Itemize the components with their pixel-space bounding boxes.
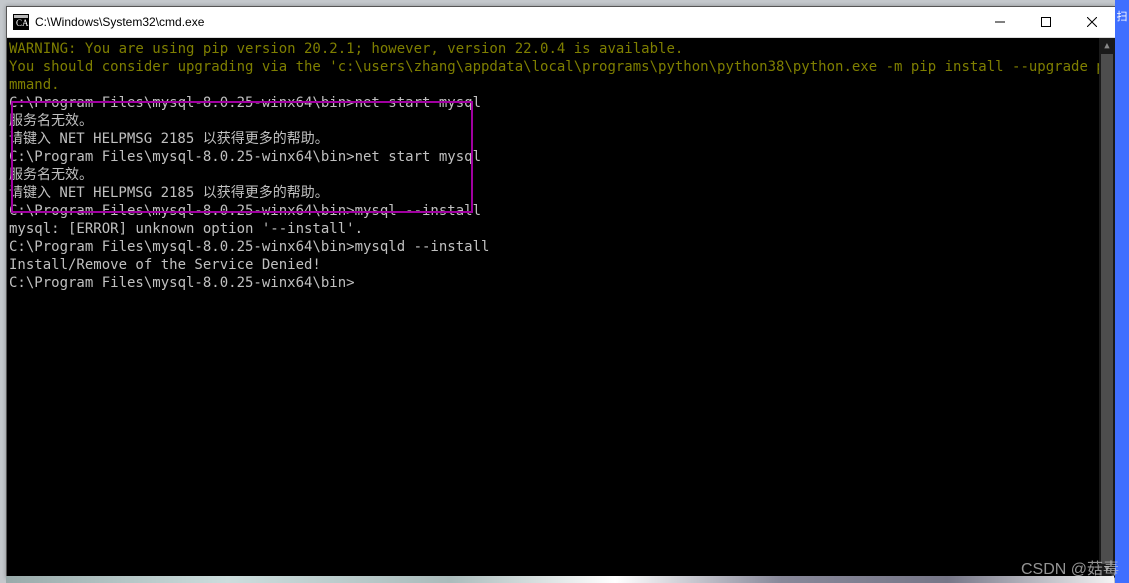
console-area[interactable]: WARNING: You are using pip version 20.2.… [7, 38, 1115, 577]
close-button[interactable] [1069, 7, 1115, 37]
console-line: 请键入 NET HELPMSG 2185 以获得更多的帮助。 [7, 184, 1115, 202]
cmd-window: CA C:\Windows\System32\cmd.exe WARNING: … [6, 6, 1116, 578]
vertical-scrollbar[interactable]: ▲ ▼ [1099, 38, 1115, 577]
maximize-button[interactable] [1023, 7, 1069, 37]
console-line: mysql: [ERROR] unknown option '--install… [7, 220, 1115, 238]
console-line: C:\Program Files\mysql-8.0.25-winx64\bin… [7, 202, 1115, 220]
window-controls [977, 7, 1115, 37]
taskbar-fragment [6, 576, 1114, 583]
window-title: C:\Windows\System32\cmd.exe [35, 7, 977, 37]
cmd-icon: CA [13, 14, 29, 30]
console-line: C:\Program Files\mysql-8.0.25-winx64\bin… [7, 148, 1115, 166]
console-line: WARNING: You are using pip version 20.2.… [7, 40, 1115, 58]
console-line: C:\Program Files\mysql-8.0.25-winx64\bin… [7, 238, 1115, 256]
console-line: 服务名无效。 [7, 112, 1115, 130]
browser-side-tab[interactable]: 扫 [1115, 0, 1129, 583]
console-line: mmand. [7, 76, 1115, 94]
scroll-up-arrow-icon[interactable]: ▲ [1099, 38, 1115, 54]
scroll-down-arrow-icon[interactable]: ▼ [1099, 561, 1115, 577]
console-line: 请键入 NET HELPMSG 2185 以获得更多的帮助。 [7, 130, 1115, 148]
svg-text:CA: CA [16, 18, 29, 28]
console-line: 服务名无效。 [7, 166, 1115, 184]
scrollbar-thumb[interactable] [1101, 54, 1113, 564]
minimize-button[interactable] [977, 7, 1023, 37]
side-tab-text: 扫 [1117, 8, 1128, 583]
console-line: You should consider upgrading via the 'c… [7, 58, 1115, 76]
window-titlebar[interactable]: CA C:\Windows\System32\cmd.exe [7, 7, 1115, 38]
console-line: C:\Program Files\mysql-8.0.25-winx64\bin… [7, 274, 1115, 292]
console-line: C:\Program Files\mysql-8.0.25-winx64\bin… [7, 94, 1115, 112]
console-line: Install/Remove of the Service Denied! [7, 256, 1115, 274]
